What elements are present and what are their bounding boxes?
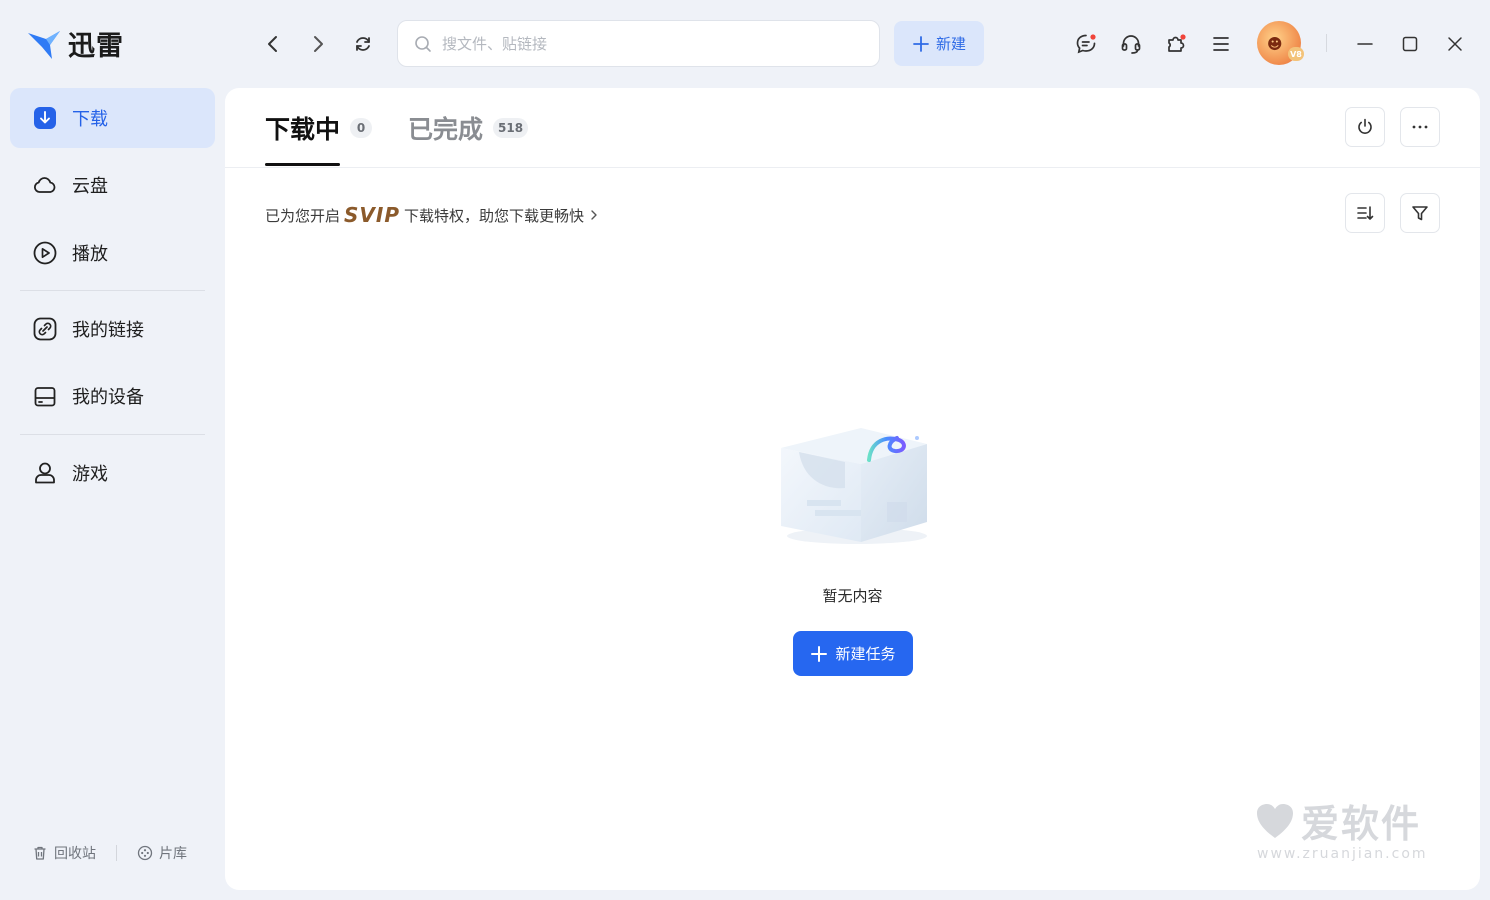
watermark-url: www.zruanjian.com [1257, 846, 1428, 862]
heart-logo-icon [1257, 803, 1293, 838]
menu-button[interactable] [1207, 30, 1235, 58]
device-icon [32, 383, 58, 409]
promo-prefix: 已为您开启 [265, 206, 341, 225]
recycle-bin-link[interactable]: 回收站 [32, 843, 96, 863]
sidebar-divider [20, 290, 205, 291]
sidebar-item-my-links[interactable]: 我的链接 [10, 299, 215, 359]
sidebar-item-label: 播放 [72, 244, 108, 265]
tab-count-badge: 518 [493, 118, 529, 138]
app-logo: 迅雷 [26, 24, 124, 63]
watermark: 爱软件 www.zruanjian.com [1255, 793, 1435, 862]
create-task-button[interactable]: 新建任务 [793, 631, 913, 676]
headset-icon [1121, 35, 1141, 54]
trash-icon [34, 846, 46, 860]
tab-completed[interactable]: 已完成 518 [408, 110, 529, 146]
filter-icon [1412, 206, 1428, 221]
empty-box-illustration [781, 428, 927, 544]
window-controls-divider [1326, 34, 1327, 52]
tab-count-badge: 0 [350, 118, 373, 138]
avatar-face-icon: ☻ [1267, 35, 1283, 53]
plus-icon [811, 645, 828, 662]
tab-bar-divider [225, 167, 1480, 168]
film-library-icon [137, 845, 153, 861]
puzzle-icon [1168, 34, 1186, 52]
create-task-label: 新建任务 [835, 645, 896, 663]
more-options-button[interactable] [1400, 107, 1440, 147]
plus-icon [913, 35, 929, 52]
sidebar-item-label: 我的设备 [72, 387, 144, 408]
link-icon [32, 316, 58, 342]
tab-downloading[interactable]: 下载中 0 [265, 110, 373, 146]
plugins-button[interactable] [1162, 30, 1190, 58]
forward-button[interactable] [304, 30, 332, 58]
search-icon [415, 35, 431, 52]
search-box[interactable] [397, 20, 880, 67]
active-tab-indicator [265, 163, 340, 166]
tab-label: 已完成 [408, 115, 484, 144]
chevron-left-icon [268, 36, 277, 52]
download-icon [32, 105, 58, 131]
sidebar-item-label: 云盘 [72, 176, 108, 197]
sidebar-item-my-devices[interactable]: 我的设备 [10, 366, 215, 426]
vip-level-badge: V8 [1288, 47, 1304, 61]
recycle-bin-label: 回收站 [54, 846, 96, 862]
new-button-label: 新建 [935, 35, 966, 53]
film-library-label: 片库 [159, 846, 187, 862]
watermark-title: 爱软件 [1301, 802, 1422, 846]
filter-button[interactable] [1400, 193, 1440, 233]
more-horizontal-icon [1412, 125, 1428, 129]
sidebar-item-label: 我的链接 [72, 320, 144, 341]
sidebar-item-games[interactable]: 游戏 [10, 443, 215, 503]
search-input[interactable] [442, 34, 842, 53]
refresh-button[interactable] [349, 30, 377, 58]
back-button[interactable] [259, 30, 287, 58]
app-name: 迅雷 [68, 31, 124, 62]
thunder-bird-icon [28, 30, 60, 59]
film-library-link[interactable]: 片库 [137, 843, 187, 863]
sidebar-bottom-links: 回收站 片库 [32, 843, 187, 863]
chevron-right-icon [591, 210, 597, 220]
power-icon [1358, 118, 1372, 134]
main-panel: 下载中 0 已完成 518 已为您开启 SVIP 下载特权，助您下载更畅快 暂无… [225, 88, 1480, 890]
chevron-right-icon [314, 36, 323, 52]
power-button[interactable] [1345, 107, 1385, 147]
support-button[interactable] [1117, 30, 1145, 58]
hamburger-menu-icon [1213, 37, 1229, 51]
minimize-icon [1357, 43, 1373, 45]
maximize-button[interactable] [1396, 30, 1424, 58]
bottom-links-divider [116, 845, 117, 861]
close-button[interactable] [1441, 30, 1469, 58]
sidebar-item-play[interactable]: 播放 [10, 223, 215, 283]
refresh-icon [356, 37, 370, 51]
sort-button[interactable] [1345, 193, 1385, 233]
cloud-icon [32, 172, 58, 198]
sort-icon [1357, 206, 1374, 220]
chat-icon [1076, 34, 1096, 54]
minimize-button[interactable] [1351, 30, 1379, 58]
sidebar-item-download[interactable]: 下载 [10, 88, 215, 148]
promo-suffix: 下载特权，助您下载更畅快 [404, 206, 585, 225]
messages-button[interactable] [1072, 30, 1100, 58]
sidebar-divider [20, 434, 205, 435]
svip-label: SVIP [344, 203, 400, 227]
sidebar-item-label: 下载 [72, 109, 108, 130]
game-icon [32, 460, 58, 486]
sidebar-item-label: 游戏 [72, 464, 108, 485]
close-icon [1448, 37, 1462, 51]
sidebar-item-cloud[interactable]: 云盘 [10, 155, 215, 215]
tab-label: 下载中 [265, 115, 341, 144]
play-icon [32, 240, 58, 266]
svip-promo-link[interactable]: 已为您开启 SVIP 下载特权，助您下载更畅快 [265, 203, 601, 227]
new-button[interactable]: 新建 [894, 21, 984, 66]
empty-state-text: 暂无内容 [822, 587, 883, 605]
maximize-icon [1402, 36, 1418, 52]
